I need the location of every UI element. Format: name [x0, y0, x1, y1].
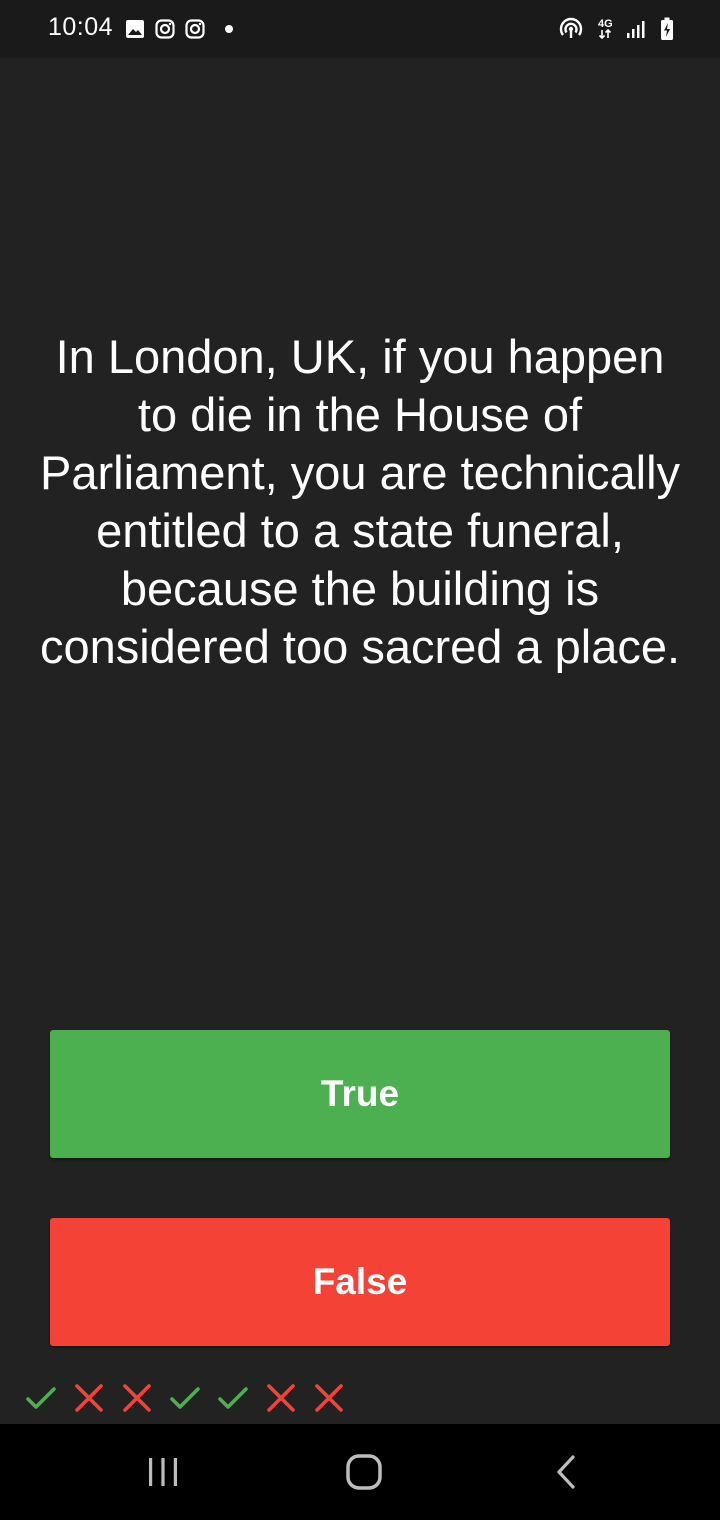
- answer-history: [24, 1381, 346, 1415]
- true-button[interactable]: True: [50, 1030, 670, 1158]
- system-icons: 4G: [558, 14, 674, 44]
- cross-icon: [312, 1381, 346, 1415]
- signal-icon: [626, 19, 646, 39]
- notification-icons: [124, 16, 234, 42]
- instagram-icon: [154, 18, 176, 40]
- instagram-icon: [184, 18, 206, 40]
- navigation-bar: [0, 1424, 720, 1520]
- status-bar: 10:04 4G: [0, 0, 720, 58]
- check-icon: [216, 1381, 250, 1415]
- cross-icon: [120, 1381, 154, 1415]
- recents-icon: [146, 1455, 180, 1489]
- false-button[interactable]: False: [50, 1218, 670, 1346]
- hotspot-icon: [558, 16, 584, 42]
- battery-charging-icon: [660, 17, 674, 41]
- cross-icon: [72, 1381, 106, 1415]
- recents-button[interactable]: [133, 1446, 193, 1498]
- home-icon: [345, 1453, 383, 1491]
- status-time: 10:04: [48, 13, 114, 41]
- network-label: 4G: [598, 18, 613, 30]
- back-button[interactable]: [536, 1446, 596, 1498]
- network-4g-icon: 4G: [598, 18, 613, 39]
- cross-icon: [264, 1381, 298, 1415]
- gallery-icon: [124, 18, 146, 40]
- check-icon: [168, 1381, 202, 1415]
- back-icon: [554, 1454, 578, 1490]
- home-button[interactable]: [334, 1446, 394, 1498]
- check-icon: [24, 1381, 58, 1415]
- question-text: In London, UK, if you happen to die in t…: [39, 330, 681, 673]
- quiz-screen: In London, UK, if you happen to die in t…: [0, 58, 720, 1424]
- dot-icon: [224, 24, 234, 34]
